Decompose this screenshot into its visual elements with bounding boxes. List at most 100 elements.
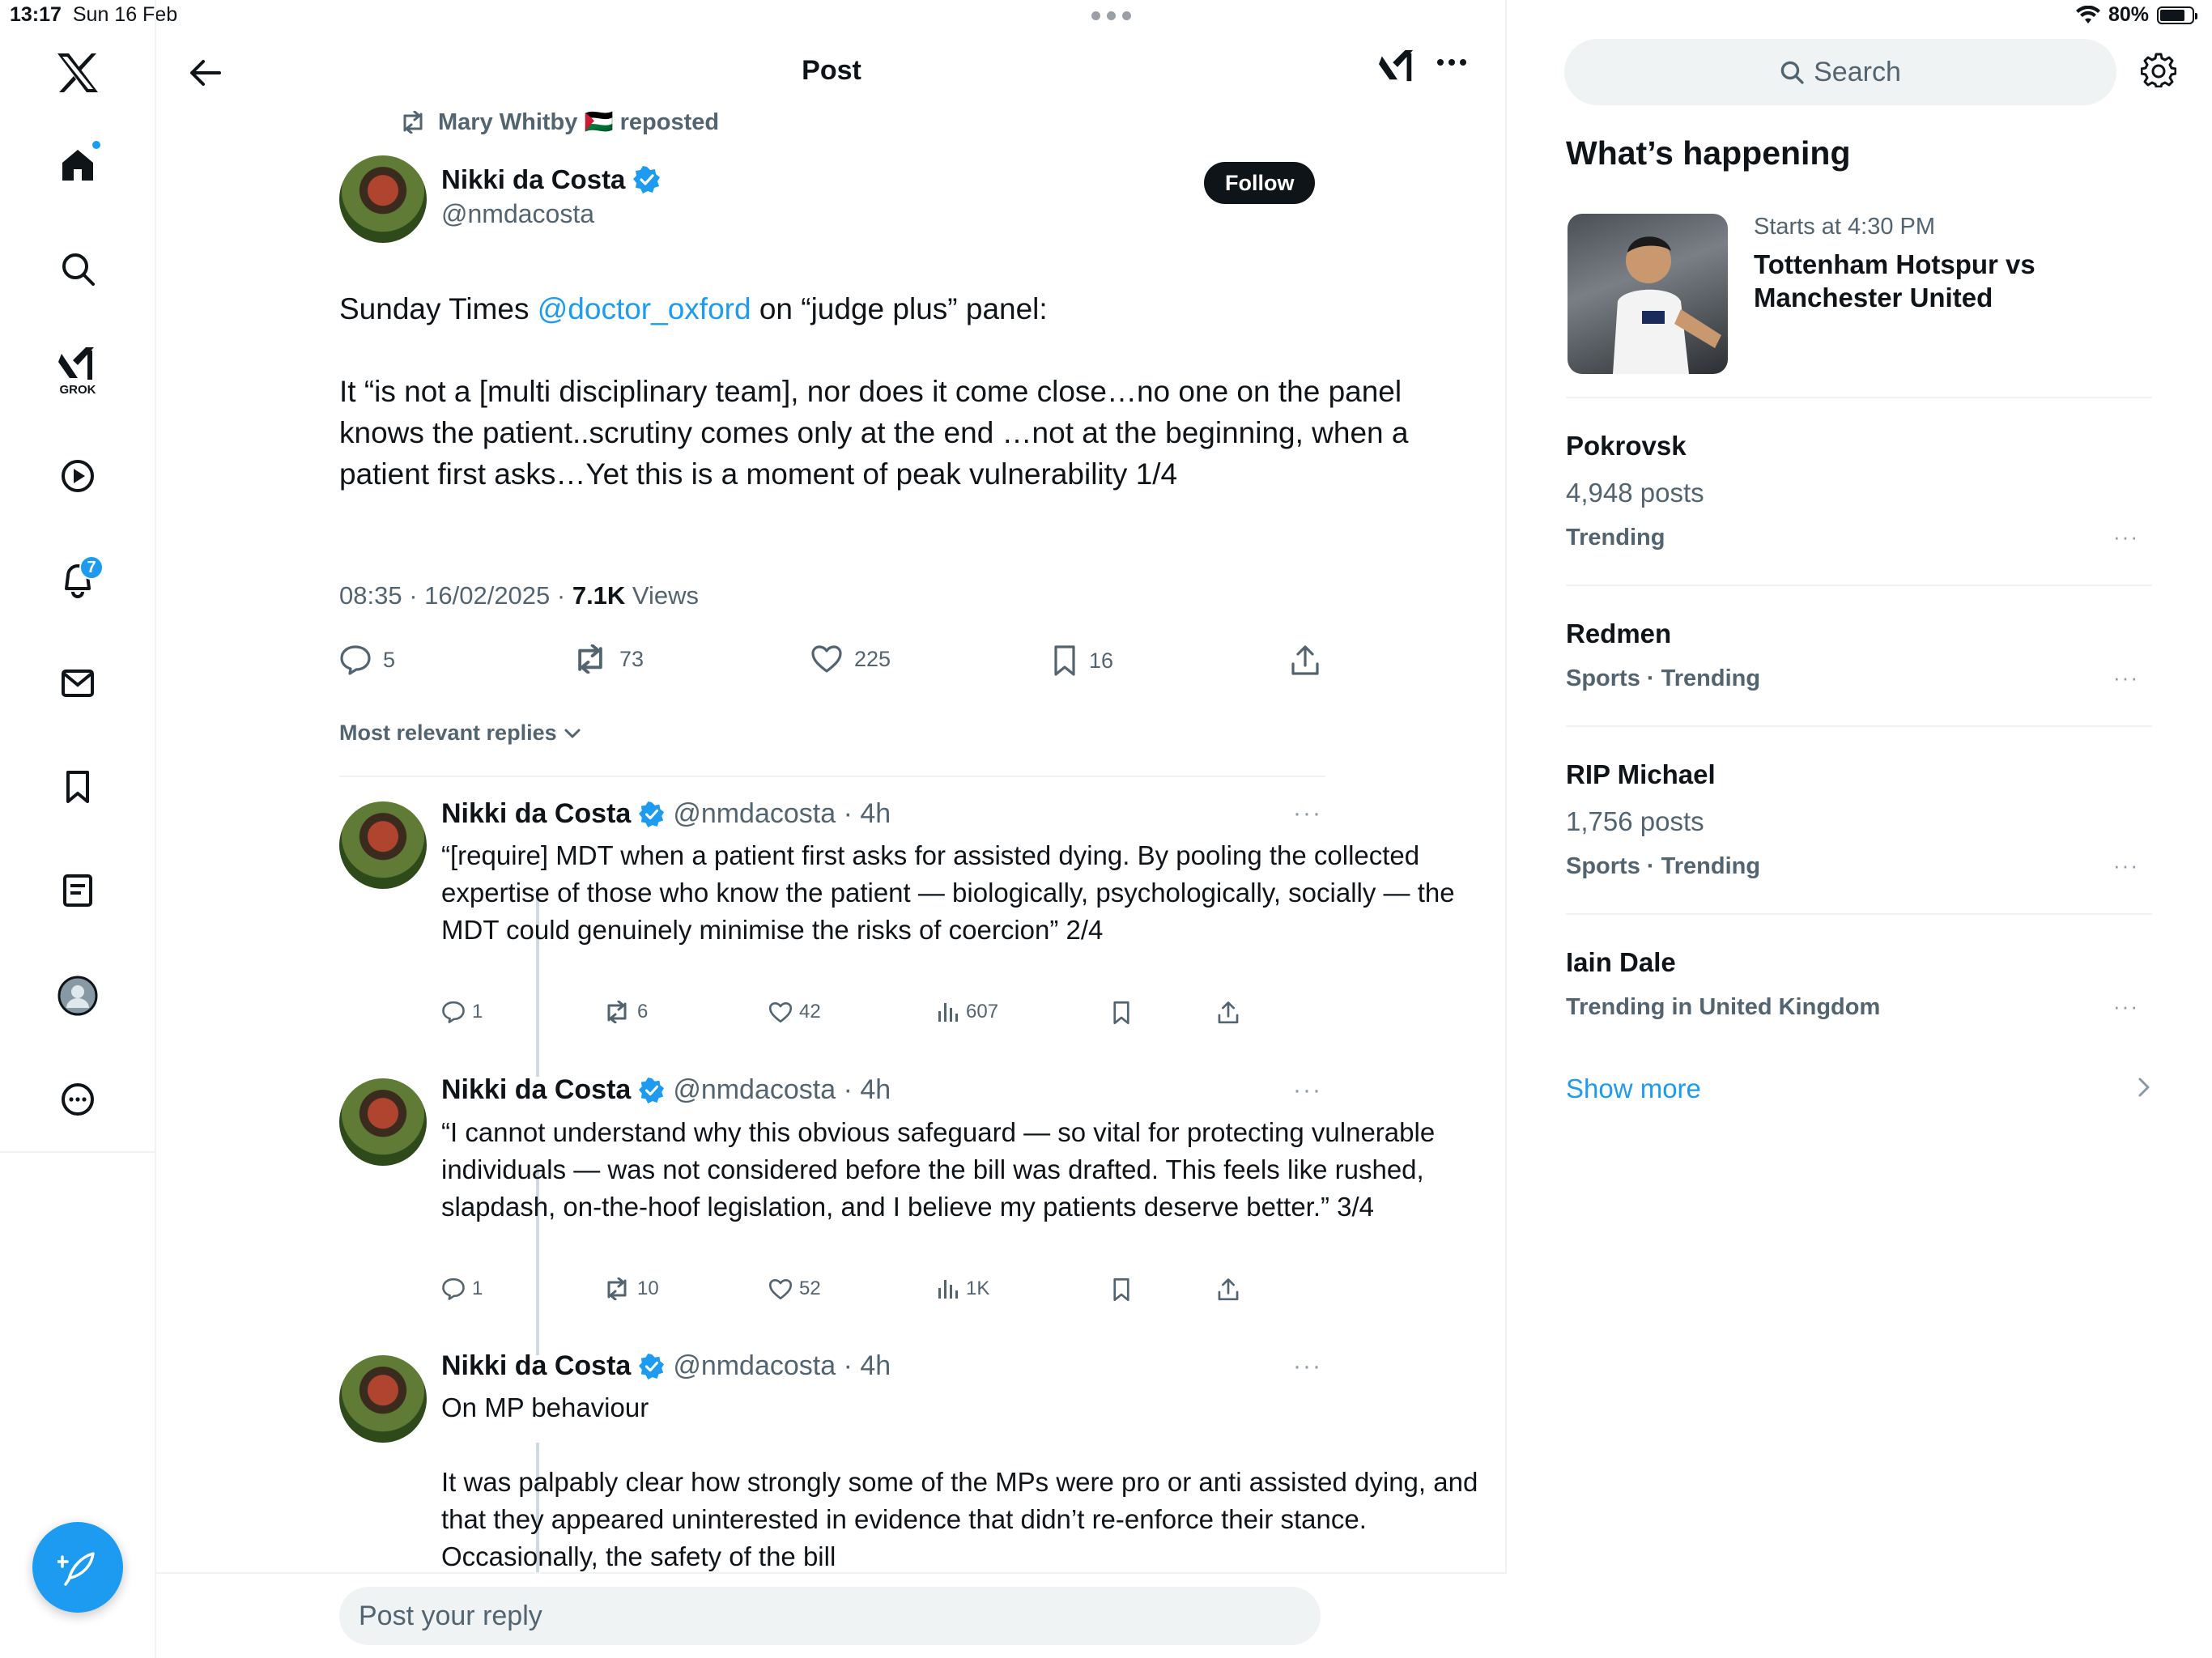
lists-icon[interactable] — [45, 858, 110, 923]
trend-context: Trending in United Kingdom — [1566, 994, 1881, 1020]
post-timestamp[interactable]: 08:35 · 16/02/2025 · — [339, 581, 572, 610]
bookmark-button[interactable] — [1112, 1278, 1131, 1302]
profile-icon[interactable] — [45, 963, 110, 1028]
settings-button[interactable] — [2141, 52, 2176, 87]
reply-button[interactable]: 1 — [441, 1001, 483, 1023]
search-icon — [1780, 61, 1804, 84]
bookmark-button[interactable]: 16 — [1052, 644, 1113, 677]
post-meta: 08:35 · 16/02/2025 · 7.1K Views — [339, 581, 700, 610]
verified-badge-icon — [633, 166, 661, 193]
more-icon[interactable] — [45, 1067, 110, 1132]
post-text-body: It “is not a [multi disciplinary team], … — [339, 375, 1409, 491]
share-icon — [1218, 1001, 1239, 1024]
reply-more-button[interactable]: ··· — [1293, 1353, 1322, 1380]
feather-plus-icon — [57, 1552, 95, 1586]
bookmark-icon — [1054, 645, 1075, 676]
trend-more-button[interactable]: ··· — [2113, 525, 2139, 550]
reply-author[interactable]: Nikki da Costa @nmdacosta · 4h — [441, 798, 891, 830]
reply-handle: @nmdacosta · 4h — [673, 1350, 891, 1381]
show-more-link[interactable]: Show more — [1566, 1073, 1701, 1104]
trend-posts: 4,948 posts — [1566, 478, 1704, 508]
bookmark-icon — [1113, 1278, 1129, 1302]
bookmark-icon — [1113, 1001, 1129, 1025]
home-icon[interactable] — [45, 133, 110, 198]
reply-handle: @nmdacosta · 4h — [673, 798, 891, 829]
post-author[interactable]: Nikki da Costa — [441, 164, 661, 195]
search-input[interactable]: Search — [1564, 39, 2116, 105]
reply-handle: @nmdacosta · 4h — [673, 1074, 891, 1105]
follow-button[interactable]: Follow — [1204, 162, 1316, 204]
views-count: 7.1K — [572, 581, 626, 610]
notifications-icon[interactable]: 7 — [45, 547, 110, 612]
like-button[interactable]: 52 — [768, 1278, 821, 1300]
views-button[interactable]: 1K — [937, 1278, 989, 1300]
reply-more-button[interactable]: ··· — [1293, 1077, 1322, 1104]
share-button[interactable] — [1290, 644, 1321, 677]
heart-icon — [768, 1278, 793, 1299]
chevron-right-icon[interactable] — [2138, 1077, 2150, 1098]
share-button[interactable] — [1217, 1001, 1240, 1025]
author-name: Nikki da Costa — [441, 164, 626, 194]
event-title[interactable]: Tottenham Hotspur vs Manchester United — [1754, 248, 2102, 314]
repost-button[interactable]: 10 — [603, 1278, 659, 1300]
mention-link[interactable]: @doctor_oxford — [538, 292, 751, 325]
share-button[interactable] — [1217, 1278, 1240, 1302]
video-icon[interactable] — [45, 444, 110, 508]
avatar[interactable] — [339, 1078, 427, 1166]
avatar[interactable] — [339, 1355, 427, 1443]
trend-more-button[interactable]: ··· — [2113, 665, 2139, 691]
verified-badge-icon — [639, 1077, 665, 1103]
sidebar-nav: GROK 7 — [0, 0, 156, 1153]
reply-button[interactable]: 1 — [441, 1278, 483, 1300]
battery-percent: 80% — [2108, 3, 2149, 26]
event-thumbnail[interactable] — [1568, 214, 1728, 374]
repost-button[interactable]: 73 — [572, 644, 644, 674]
grok-explain-button[interactable] — [1379, 47, 1416, 84]
post-text: Sunday Times @doctor_oxford on “judge pl… — [339, 288, 1489, 536]
like-button[interactable]: 42 — [768, 1001, 821, 1023]
trend-name[interactable]: Redmen — [1566, 619, 1671, 649]
repost-icon — [607, 1001, 627, 1023]
event-start-time: Starts at 4:30 PM — [1754, 214, 1936, 240]
messages-icon[interactable] — [45, 651, 110, 716]
more-options-button[interactable] — [1436, 50, 1468, 74]
ellipsis-icon — [1437, 59, 1466, 66]
reply-more-button[interactable]: ··· — [1293, 800, 1322, 827]
x-logo-icon[interactable] — [45, 40, 110, 105]
compose-button[interactable] — [32, 1522, 123, 1613]
bookmarks-icon[interactable] — [45, 755, 110, 819]
author-handle[interactable]: @nmdacosta — [441, 199, 594, 229]
comment-icon — [442, 1001, 465, 1023]
views-button[interactable]: 607 — [937, 1001, 998, 1023]
repost-by-label: Mary Whitby 🇵🇸 reposted — [438, 109, 720, 135]
heart-icon — [768, 1001, 793, 1022]
verified-badge-icon — [639, 1353, 665, 1380]
reply-author[interactable]: Nikki da Costa @nmdacosta · 4h — [441, 1350, 891, 1382]
repost-attribution[interactable]: Mary Whitby 🇵🇸 reposted — [399, 108, 719, 136]
repost-icon — [607, 1278, 627, 1300]
avatar[interactable] — [339, 801, 427, 889]
analytics-icon — [938, 1280, 958, 1299]
grok-icon[interactable]: GROK — [45, 338, 110, 403]
grok-icon — [1379, 49, 1414, 82]
avatar[interactable] — [339, 155, 427, 243]
repost-button[interactable]: 6 — [603, 1001, 648, 1023]
grok-label: GROK — [59, 382, 96, 397]
reply-input[interactable] — [339, 1587, 1321, 1645]
trend-more-button[interactable]: ··· — [2113, 994, 2139, 1019]
trend-more-button[interactable]: ··· — [2113, 853, 2139, 878]
wifi-icon — [2075, 5, 2100, 23]
battery-icon — [2157, 6, 2197, 24]
search-placeholder: Search — [1814, 56, 1901, 87]
search-icon[interactable] — [45, 236, 110, 301]
trend-name[interactable]: RIP Michael — [1566, 759, 1716, 790]
trend-name[interactable]: Pokrovsk — [1566, 431, 1687, 461]
share-icon — [1218, 1278, 1239, 1301]
bookmark-button[interactable] — [1112, 1001, 1131, 1025]
replies-sort-dropdown[interactable]: Most relevant replies — [339, 721, 581, 746]
divider — [1566, 397, 2152, 398]
reply-button[interactable]: 5 — [339, 644, 395, 675]
trend-name[interactable]: Iain Dale — [1566, 947, 1676, 978]
like-button[interactable]: 225 — [810, 644, 891, 674]
reply-author[interactable]: Nikki da Costa @nmdacosta · 4h — [441, 1074, 891, 1106]
